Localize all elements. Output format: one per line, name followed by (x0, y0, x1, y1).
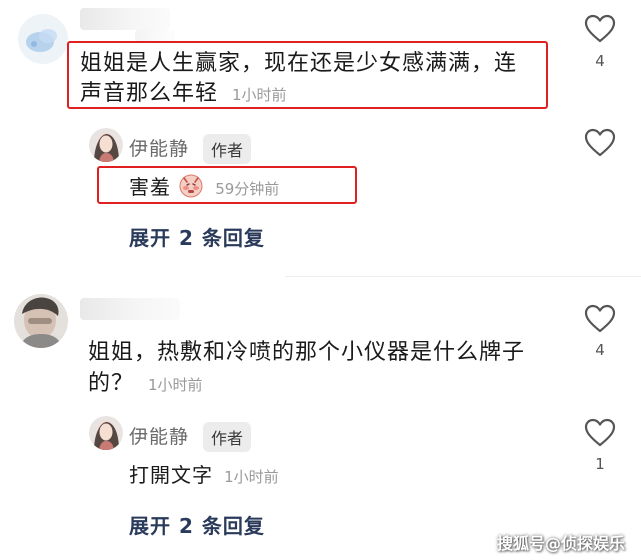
reply-text: 打開文字 (129, 463, 213, 487)
comment-text-line2: 的？ 1小时前 (88, 366, 203, 403)
heart-icon (584, 418, 616, 447)
comment-time: 1小时前 (148, 376, 203, 394)
expand-replies-link[interactable]: 展开 2 条回复 (129, 222, 265, 251)
reply-username[interactable]: 伊能静 (129, 134, 189, 161)
reply-like-button[interactable] (584, 128, 616, 160)
comment-time: 1小时前 (232, 86, 287, 104)
reply-username[interactable]: 伊能静 (129, 422, 189, 449)
like-count: 4 (595, 52, 605, 70)
reply-content: 打開文字 1小时前 (129, 459, 279, 488)
reply-avatar[interactable] (89, 416, 123, 450)
comment-text-line2: 声音那么年轻 1小时前 (80, 76, 287, 113)
reply-text: 害羞 (129, 175, 171, 199)
commenter-name-blurred[interactable] (80, 298, 180, 320)
heart-icon (584, 304, 616, 333)
shy-face-emoji (178, 172, 204, 202)
heart-icon (584, 14, 616, 43)
watermark: 搜狐号@侦探娱乐 (497, 534, 626, 553)
commenter-name-blurred[interactable] (80, 8, 170, 30)
reply-content: 害羞 59分钟前 (129, 171, 279, 202)
reply-like-button[interactable] (584, 418, 616, 450)
commenter-avatar[interactable] (14, 294, 68, 348)
expand-replies-link[interactable]: 展开 2 条回复 (129, 510, 265, 539)
heart-icon (584, 128, 616, 157)
divider (285, 276, 641, 277)
comment-text-line1: 姐姐，热敷和冷喷的那个小仪器是什么牌子 (88, 340, 526, 365)
reply-time: 59分钟前 (215, 180, 280, 198)
like-button[interactable] (584, 304, 616, 336)
comment-text-line2-text: 声音那么年轻 (80, 81, 219, 106)
like-count: 4 (595, 341, 605, 359)
reply-time: 1小时前 (224, 468, 279, 486)
author-badge: 作者 (203, 422, 252, 452)
author-badge: 作者 (203, 134, 252, 164)
reply-avatar[interactable] (89, 128, 123, 162)
comment-text-line2-text: 的？ (88, 371, 135, 396)
reply-like-count: 1 (595, 455, 605, 473)
commenter-avatar[interactable] (18, 14, 68, 64)
like-button[interactable] (584, 14, 616, 46)
